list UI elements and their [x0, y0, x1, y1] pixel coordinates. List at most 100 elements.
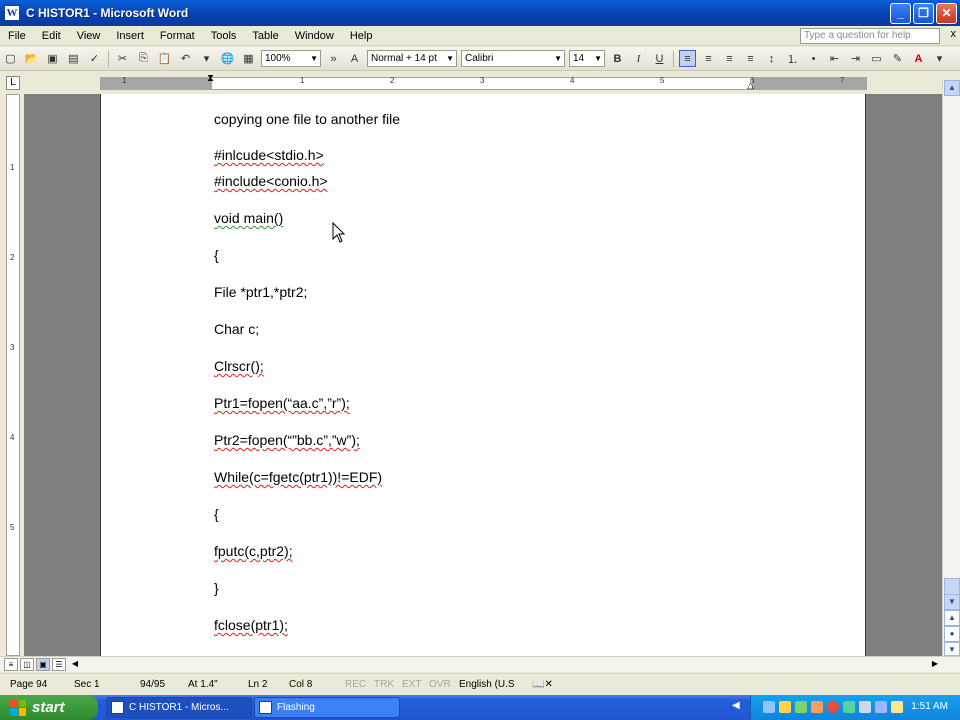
- cut-icon[interactable]: ✂: [114, 50, 131, 67]
- misspelled-line[interactable]: fputc(c,ptr2);: [214, 543, 293, 559]
- menu-file[interactable]: File: [0, 30, 34, 42]
- document-line[interactable]: fputc(c,ptr2);: [214, 543, 293, 559]
- misspelled-line[interactable]: fclose(ptr1);: [214, 617, 288, 633]
- document-line[interactable]: {: [214, 247, 219, 263]
- next-page-icon[interactable]: ▼: [944, 642, 960, 656]
- outline-view-icon[interactable]: ☰: [52, 658, 66, 671]
- misspelled-line[interactable]: #include<conio.h>: [214, 173, 328, 189]
- misspelled-line[interactable]: While(c=fgetc(ptr1))!=EDF): [214, 469, 382, 485]
- menu-tools[interactable]: Tools: [203, 30, 245, 42]
- misspelled-line[interactable]: Clrscr();: [214, 358, 264, 374]
- increase-indent-icon[interactable]: ⇥: [847, 50, 864, 67]
- web-layout-icon[interactable]: ◫: [20, 658, 34, 671]
- volume-icon[interactable]: [859, 701, 871, 713]
- undo-dropdown-icon[interactable]: ▾: [198, 50, 215, 67]
- spelling-status-icon[interactable]: 📖✕: [532, 679, 553, 690]
- document-page[interactable]: copying one file to another file #inlcud…: [100, 94, 866, 656]
- network-icon[interactable]: [763, 701, 775, 713]
- vertical-scrollbar[interactable]: ▲ ▼ ▲ ● ▼: [942, 80, 960, 656]
- document-line[interactable]: {: [214, 506, 219, 522]
- horizontal-scrollbar[interactable]: ≡ ◫ ▣ ☰ ◀ ▶: [0, 656, 960, 672]
- menu-insert[interactable]: Insert: [108, 30, 152, 42]
- document-line[interactable]: #inlcude<stdio.h>: [214, 147, 324, 163]
- document-line[interactable]: Ptr2=fopen(“”bb.c”,”w”);: [214, 432, 360, 448]
- copy-icon[interactable]: ⎘: [135, 50, 152, 67]
- close-document-icon[interactable]: x: [951, 28, 957, 40]
- right-indent-marker-icon[interactable]: △: [747, 80, 754, 91]
- menu-table[interactable]: Table: [244, 30, 286, 42]
- style-select[interactable]: Normal + 14 pt ▼: [367, 50, 457, 67]
- scroll-right-icon[interactable]: ▶: [928, 658, 942, 671]
- open-folder-icon[interactable]: 📂: [23, 50, 40, 67]
- document-line[interactable]: While(c=fgetc(ptr1))!=EDF): [214, 469, 382, 485]
- misspelled-line[interactable]: Ptr2=fopen(“”bb.c”,”w”);: [214, 432, 360, 448]
- paste-icon[interactable]: 📋: [156, 50, 173, 67]
- select-browse-object-icon[interactable]: ●: [944, 626, 960, 642]
- print-layout-icon[interactable]: ▣: [36, 658, 50, 671]
- signal-icon[interactable]: [843, 701, 855, 713]
- misspelled-line[interactable]: #inlcude<stdio.h>: [214, 147, 324, 163]
- undo-icon[interactable]: ↶: [177, 50, 194, 67]
- word-icon[interactable]: W: [4, 5, 20, 21]
- horizontal-ruler[interactable]: L 1 1 2 3 4 5 6 7 ⧗ △: [0, 72, 960, 94]
- font-size-select[interactable]: 14 ▼: [569, 50, 605, 67]
- permission-icon[interactable]: ▤: [65, 50, 82, 67]
- new-document-icon[interactable]: ▢: [2, 50, 19, 67]
- grammar-flagged-line[interactable]: void main(): [214, 210, 283, 226]
- styles-icon[interactable]: A: [346, 50, 363, 67]
- italic-button[interactable]: I: [630, 50, 647, 67]
- line-spacing-icon[interactable]: ↕: [763, 50, 780, 67]
- status-ovr[interactable]: OVR: [429, 679, 451, 690]
- font-select[interactable]: Calibri ▼: [461, 50, 565, 67]
- status-trk[interactable]: TRK: [374, 679, 394, 690]
- restore-icon[interactable]: ❐: [913, 3, 934, 24]
- document-line[interactable]: fclose(ptr1);: [214, 617, 288, 633]
- numbering-icon[interactable]: ⒈: [784, 50, 801, 67]
- justify-icon[interactable]: ≡: [742, 50, 759, 67]
- menu-format[interactable]: Format: [152, 30, 203, 42]
- spelling-icon[interactable]: ✓: [86, 50, 103, 67]
- tab-selector[interactable]: L: [6, 76, 20, 90]
- security-icon[interactable]: [795, 701, 807, 713]
- indent-marker-icon[interactable]: ⧗: [207, 73, 214, 84]
- start-button[interactable]: start: [0, 695, 98, 720]
- bold-button[interactable]: B: [609, 50, 626, 67]
- update-icon[interactable]: [811, 701, 823, 713]
- menu-edit[interactable]: Edit: [34, 30, 69, 42]
- align-right-icon[interactable]: ≡: [721, 50, 738, 67]
- close-icon[interactable]: ✕: [936, 3, 957, 24]
- bullets-icon[interactable]: •: [805, 50, 822, 67]
- table-icon[interactable]: ▦: [240, 50, 257, 67]
- menu-help[interactable]: Help: [342, 30, 381, 42]
- menu-window[interactable]: Window: [287, 30, 342, 42]
- misspelled-line[interactable]: Ptr1=fopen(“aa.c”,”r”);: [214, 395, 350, 411]
- align-left-icon[interactable]: ≡: [679, 50, 696, 67]
- normal-view-icon[interactable]: ≡: [4, 658, 18, 671]
- antivirus-icon[interactable]: [827, 701, 839, 713]
- document-line[interactable]: Char c;: [214, 321, 259, 337]
- document-line[interactable]: void main(): [214, 210, 283, 226]
- toolbar-options-icon[interactable]: »: [325, 50, 342, 67]
- status-ext[interactable]: EXT: [402, 679, 421, 690]
- taskbar-item-flashing[interactable]: Flashing: [254, 697, 400, 718]
- highlight-icon[interactable]: ✎: [889, 50, 906, 67]
- align-center-icon[interactable]: ≡: [700, 50, 717, 67]
- borders-icon[interactable]: ▭: [868, 50, 885, 67]
- menu-view[interactable]: View: [69, 30, 109, 42]
- scroll-up-icon[interactable]: ▲: [944, 80, 960, 96]
- save-icon[interactable]: ▣: [44, 50, 61, 67]
- power-icon[interactable]: [891, 701, 903, 713]
- title-bar[interactable]: W C HISTOR1 - Microsoft Word _ ❐ ✕: [0, 0, 960, 26]
- document-line[interactable]: Clrscr();: [214, 358, 264, 374]
- toolbar-overflow-icon[interactable]: ▾: [931, 50, 948, 67]
- document-line[interactable]: }: [214, 580, 219, 596]
- document-line[interactable]: Ptr1=fopen(“aa.c”,”r”);: [214, 395, 350, 411]
- help-search-input[interactable]: Type a question for help: [800, 28, 940, 44]
- display-icon[interactable]: [875, 701, 887, 713]
- scroll-down-icon[interactable]: ▼: [944, 594, 960, 610]
- status-rec[interactable]: REC: [345, 679, 366, 690]
- scroll-left-icon[interactable]: ◀: [68, 658, 82, 671]
- minimize-icon[interactable]: _: [890, 3, 911, 24]
- tray-expand-icon[interactable]: ◀: [732, 700, 740, 711]
- zoom-select[interactable]: 100% ▼: [261, 50, 321, 67]
